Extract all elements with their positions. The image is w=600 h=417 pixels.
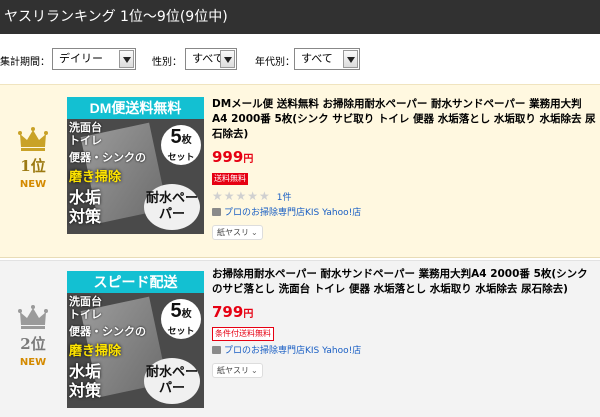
image-waterproof-badge: 耐水ペーパー — [144, 184, 200, 230]
product-image[interactable]: DM便送料無料 洗面台 トイレ 便器・シンクの 磨き掃除 水垢 対策 5枚 セット 耐… — [67, 97, 204, 234]
image-text-line5: 水垢 対策 — [69, 364, 102, 400]
category-tag[interactable]: 紙ヤスリ ⌄ — [212, 225, 263, 240]
chevron-down-icon: ⌄ — [251, 228, 258, 237]
ranking-item: 2位 NEW スピード配送 洗面台 トイレ 便器・シンクの 磨き掃除 水垢 対策 5… — [0, 260, 600, 417]
shipping-badge: 送料無料 — [212, 173, 248, 185]
period-select[interactable]: デイリー — [52, 48, 136, 70]
store-link[interactable]: プロのお掃除専門店KIS Yahoo!店 — [212, 207, 596, 220]
product-title-link[interactable]: お掃除用耐水ペーパー 耐水サンドペーパー 業務用大判A4 2000番 5枚(シン… — [212, 267, 596, 297]
rank-badge: 1位 NEW — [10, 127, 56, 190]
product-image[interactable]: スピード配送 洗面台 トイレ 便器・シンクの 磨き掃除 水垢 対策 5枚 セット 耐水… — [67, 271, 204, 408]
store-icon — [212, 346, 221, 354]
image-count-badge: 5枚 セット — [161, 299, 201, 339]
rank-number: 2位 — [20, 335, 46, 353]
product-price: 799円 — [212, 303, 254, 321]
period-label: 集計期間： — [0, 57, 50, 68]
new-tag: NEW — [19, 179, 47, 190]
ranking-header: ヤスリランキング 1位〜9位(9位中) — [0, 0, 600, 34]
age-label: 年代別： — [255, 57, 295, 68]
product-info: お掃除用耐水ペーパー 耐水サンドペーパー 業務用大判A4 2000番 5枚(シン… — [212, 267, 596, 378]
image-text-line4: 磨き掃除 — [69, 343, 122, 358]
review-stars: ★★★★★ 1件 — [212, 189, 292, 203]
rank-number: 1位 — [20, 157, 46, 175]
chevron-down-icon — [119, 50, 134, 68]
age-value: すべて — [301, 52, 333, 65]
product-price: 999円 — [212, 148, 254, 166]
new-tag: NEW — [19, 357, 47, 368]
image-text-line5: 水垢 対策 — [69, 190, 102, 226]
silver-crown-icon — [18, 305, 48, 329]
image-text-line1: 洗面台 トイレ — [69, 296, 102, 321]
image-text-line1: 洗面台 トイレ — [69, 122, 102, 147]
product-info: DMメール便 送料無料 お掃除用耐水ペーパー 耐水サンドペーパー 業務用大判A4… — [212, 97, 596, 240]
period-value: デイリー — [59, 52, 103, 65]
filter-bar: 集計期間： デイリー 性別： すべて 年代別： すべて — [0, 44, 600, 74]
category-tag[interactable]: 紙ヤスリ ⌄ — [212, 363, 263, 378]
shipping-badge: 条件付送料無料 — [212, 327, 274, 341]
image-count-badge: 5枚 セット — [161, 125, 201, 165]
gender-select[interactable]: すべて — [185, 48, 237, 70]
store-link[interactable]: プロのお掃除専門店KIS Yahoo!店 — [212, 345, 596, 358]
image-banner: DM便送料無料 — [67, 97, 204, 119]
image-text-line3: 便器・シンクの — [69, 152, 146, 164]
rank-badge: 2位 NEW — [10, 305, 56, 368]
age-select[interactable]: すべて — [294, 48, 360, 70]
product-title-link[interactable]: DMメール便 送料無料 お掃除用耐水ペーパー 耐水サンドペーパー 業務用大判A4… — [212, 97, 596, 142]
review-count-link[interactable]: 1件 — [277, 193, 292, 203]
image-text-line3: 便器・シンクの — [69, 326, 146, 338]
chevron-down-icon — [220, 50, 235, 68]
gender-label: 性別： — [152, 57, 182, 68]
store-icon — [212, 208, 221, 216]
chevron-down-icon: ⌄ — [251, 366, 258, 375]
ranking-item: 1位 NEW DM便送料無料 洗面台 トイレ 便器・シンクの 磨き掃除 水垢 対策 … — [0, 84, 600, 258]
gold-crown-icon — [18, 127, 48, 151]
image-waterproof-badge: 耐水ペーパー — [144, 358, 200, 404]
image-text-line4: 磨き掃除 — [69, 169, 122, 184]
image-banner: スピード配送 — [67, 271, 204, 293]
chevron-down-icon — [343, 50, 358, 68]
ranking-title: ヤスリランキング 1位〜9位(9位中) — [4, 9, 228, 25]
